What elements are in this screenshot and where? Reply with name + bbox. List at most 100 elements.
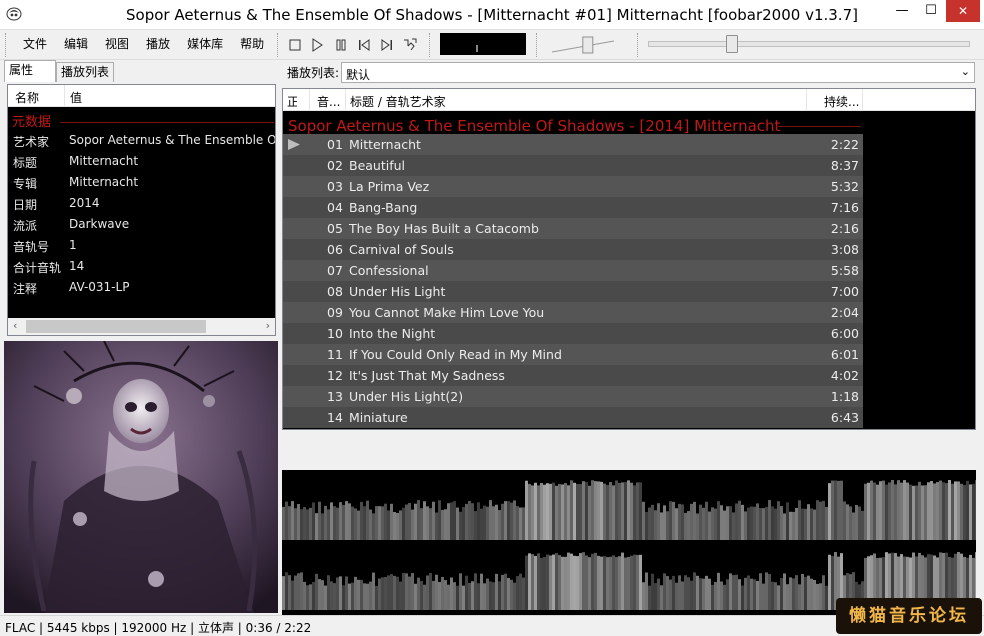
column-divider[interactable] xyxy=(345,89,346,111)
previous-icon[interactable] xyxy=(355,36,373,54)
seek-bar[interactable] xyxy=(648,41,970,47)
spectrogram-column xyxy=(717,572,720,610)
horizontal-scrollbar[interactable]: ‹ › xyxy=(8,318,275,335)
spectrogram-column xyxy=(792,511,795,540)
spectrogram-column xyxy=(894,484,897,540)
track-row[interactable]: 08 Under His Light 7:00 xyxy=(283,281,863,302)
scroll-left-icon[interactable]: ‹ xyxy=(13,319,17,332)
visualization-box xyxy=(440,33,526,55)
property-row[interactable]: 音轨号 1 xyxy=(8,234,275,255)
tab-playlists[interactable]: 播放列表 xyxy=(56,62,114,82)
track-row[interactable]: 02 Beautiful 8:37 xyxy=(283,155,863,176)
volume-slider[interactable] xyxy=(548,33,618,57)
spectrogram-column xyxy=(468,500,471,540)
track-row[interactable]: 05 The Boy Has Built a Catacomb 2:16 xyxy=(283,218,863,239)
next-icon[interactable] xyxy=(378,36,396,54)
spectrogram-column xyxy=(462,506,465,540)
play-icon[interactable] xyxy=(308,36,326,54)
tab-properties[interactable]: 属性 xyxy=(4,60,56,82)
spectrogram-column xyxy=(447,503,450,540)
scroll-right-icon[interactable]: › xyxy=(266,319,270,332)
property-row[interactable]: 合计音轨 14 xyxy=(8,255,275,276)
track-row[interactable]: 01 Mitternacht 2:22 xyxy=(283,134,863,155)
spectrogram-column xyxy=(558,483,561,540)
track-row[interactable]: 14 Miniature 6:43 xyxy=(283,407,863,428)
spectrogram-column xyxy=(408,576,411,610)
spectrogram-column xyxy=(297,573,300,610)
track-row[interactable]: 03 La Prima Vez 5:32 xyxy=(283,176,863,197)
column-track-no[interactable]: 音... xyxy=(317,93,340,110)
column-divider[interactable] xyxy=(309,89,310,111)
spectrogram-column xyxy=(783,513,786,540)
track-row[interactable]: 12 It's Just That My Sadness 4:02 xyxy=(283,365,863,386)
playlist-selector-value: 默认 xyxy=(346,68,371,82)
spectrogram-column xyxy=(390,574,393,610)
property-row[interactable]: 艺术家 Sopor Aeternus & The Ensemble Of Shad… xyxy=(8,129,275,150)
track-row[interactable]: 07 Confessional 5:58 xyxy=(283,260,863,281)
column-status[interactable]: 正... xyxy=(287,93,297,110)
spectrogram-column xyxy=(945,483,948,540)
random-icon[interactable] xyxy=(401,36,419,54)
column-duration[interactable]: 持续... xyxy=(824,93,859,110)
track-row[interactable]: 10 Into the Night 6:00 xyxy=(283,323,863,344)
property-row[interactable]: 日期 2014 xyxy=(8,192,275,213)
toolbar-grip[interactable] xyxy=(637,33,640,57)
property-value: Mitternacht xyxy=(69,154,139,168)
column-value[interactable]: 值 xyxy=(70,89,82,106)
scrollbar-thumb[interactable] xyxy=(26,320,206,333)
spectrogram-column xyxy=(699,504,702,540)
property-row[interactable]: 流派 Darkwave xyxy=(8,213,275,234)
track-row[interactable]: 09 You Cannot Make Him Love You 2:04 xyxy=(283,302,863,323)
spectrogram-column xyxy=(675,508,678,540)
toolbar-grip[interactable] xyxy=(429,33,432,57)
track-duration: 2:16 xyxy=(830,221,859,236)
pause-icon[interactable] xyxy=(332,36,350,54)
property-row[interactable]: 注释 AV-031-LP xyxy=(8,276,275,297)
property-value: AV-031-LP xyxy=(69,280,130,294)
track-row[interactable]: 04 Bang-Bang 7:16 xyxy=(283,197,863,218)
column-title[interactable]: 标题 / 音轨艺术家 xyxy=(350,93,446,110)
spectrogram-column xyxy=(747,575,750,610)
track-row[interactable]: 06 Carnival of Souls 3:08 xyxy=(283,239,863,260)
spectrogram-column xyxy=(288,575,291,610)
track-row[interactable]: 13 Under His Light(2) 1:18 xyxy=(283,386,863,407)
toolbar-grip[interactable] xyxy=(5,33,8,57)
spectrogram-column xyxy=(774,582,777,610)
close-button[interactable]: ✕ xyxy=(946,0,980,22)
spectrogram-column xyxy=(660,585,663,610)
volume-thumb[interactable] xyxy=(582,36,594,54)
seek-thumb[interactable] xyxy=(725,35,738,53)
minimize-button[interactable]: — xyxy=(888,0,916,22)
maximize-button[interactable]: ☐ xyxy=(917,0,945,22)
spectrogram-column xyxy=(522,507,525,540)
menu-file[interactable]: 文件 xyxy=(14,36,55,54)
spectrogram-column xyxy=(459,573,462,610)
column-divider[interactable] xyxy=(806,89,807,111)
spectrogram-column xyxy=(879,481,882,540)
menu-playback[interactable]: 播放 xyxy=(137,36,178,54)
spectrogram-column xyxy=(441,576,444,610)
column-divider[interactable] xyxy=(64,85,65,107)
spectrogram-column xyxy=(357,510,360,540)
property-row[interactable]: 专辑 Mitternacht xyxy=(8,171,275,192)
stop-icon[interactable] xyxy=(286,36,304,54)
menu-library[interactable]: 媒体库 xyxy=(178,36,231,54)
spectrogram-column xyxy=(765,572,768,610)
playlist-view[interactable]: 正... 音... 标题 / 音轨艺术家 持续... Sopor Aeternu… xyxy=(282,88,976,430)
menu-edit[interactable]: 编辑 xyxy=(55,36,96,54)
toolbar-grip[interactable] xyxy=(277,33,280,57)
spectrogram-column xyxy=(552,482,555,540)
property-row[interactable]: 标题 Mitternacht xyxy=(8,150,275,171)
spectrogram-column xyxy=(912,485,915,540)
track-row[interactable]: 11 If You Could Only Read in My Mind 6:01 xyxy=(283,344,863,365)
menu-help[interactable]: 帮助 xyxy=(231,36,272,54)
column-divider[interactable] xyxy=(862,89,863,111)
spectrogram-column xyxy=(783,573,786,610)
toolbar-grip[interactable] xyxy=(536,33,539,57)
column-name[interactable]: 名称 xyxy=(15,89,39,106)
spectrogram-column xyxy=(285,501,288,540)
menu-view[interactable]: 视图 xyxy=(96,36,137,54)
status-text: FLAC | 5445 kbps | 192000 Hz | 立体声 | 0:3… xyxy=(5,621,312,635)
playlist-selector-dropdown[interactable]: 默认 ⌄ xyxy=(341,62,975,83)
properties-list[interactable]: 名称 值 元数据 艺术家 Sopor Aeternus & The Ensembl… xyxy=(7,84,276,336)
